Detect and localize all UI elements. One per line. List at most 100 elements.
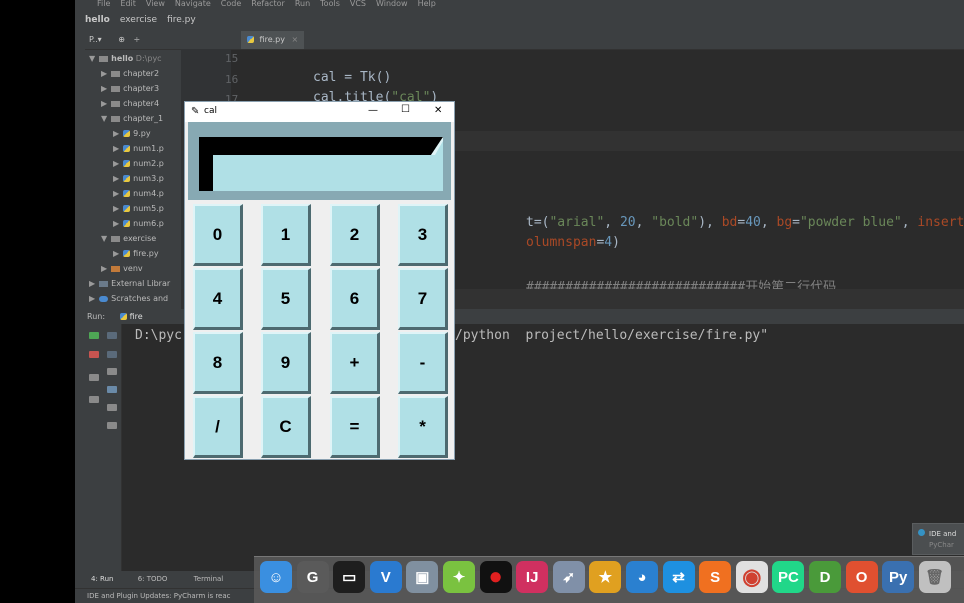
calc-button-4[interactable]: 4 (193, 268, 243, 330)
tree-item[interactable]: ▶ venv (101, 264, 143, 274)
chrome-icon[interactable]: ◉ (735, 561, 768, 593)
sublime-icon[interactable]: S (699, 561, 732, 593)
calc-button-multiply[interactable]: * (398, 396, 448, 458)
breadcrumb-hello[interactable]: hello (85, 15, 110, 25)
project-dropdown[interactable]: P..▾ (89, 35, 102, 44)
calc-button-divide[interactable]: / (193, 396, 243, 458)
maximize-button[interactable]: ☐ (401, 104, 410, 115)
v-icon[interactable]: V (369, 561, 402, 593)
code-line-22[interactable]: t=("arial", 20, "bold"), bd=40, bg="powd… (526, 215, 964, 230)
expanded-arrow-icon[interactable]: ▼ (89, 54, 95, 63)
rerun-icon[interactable] (89, 332, 99, 339)
collapsed-arrow-icon[interactable]: ▶ (113, 129, 119, 138)
up-icon[interactable] (107, 332, 117, 339)
menu-item-vcs[interactable]: VCS (350, 0, 366, 8)
down-icon[interactable] (107, 351, 117, 358)
collapsed-arrow-icon[interactable]: ▶ (101, 99, 107, 108)
calc-button-7[interactable]: 7 (398, 268, 448, 330)
calc-button-equals[interactable]: = (330, 396, 380, 458)
pin-icon[interactable] (89, 396, 99, 403)
bottom-tab-run[interactable]: 4: Run (91, 575, 113, 583)
calc-button-2[interactable]: 2 (330, 204, 380, 266)
tree-item[interactable]: ▶ num2.p (113, 159, 164, 169)
stop-icon[interactable] (89, 351, 99, 358)
run-tab-fire[interactable]: fire (119, 312, 143, 321)
menu-item-run[interactable]: Run (295, 0, 310, 8)
code-line-23[interactable]: olumnspan=4) (526, 235, 620, 250)
menu-item-view[interactable]: View (146, 0, 165, 8)
calc-button-6[interactable]: 6 (330, 268, 380, 330)
menu-item-window[interactable]: Window (376, 0, 408, 8)
g-icon[interactable]: G (296, 561, 329, 593)
trash-icon[interactable] (107, 422, 117, 429)
locate-icon[interactable]: ⊕ (118, 35, 125, 44)
tree-item[interactable]: ▶ External Librar (89, 279, 170, 289)
tab-fire-py[interactable]: fire.py × (241, 31, 305, 49)
collapsed-arrow-icon[interactable]: ▶ (113, 174, 119, 183)
display-entry[interactable] (199, 137, 443, 191)
wechat-icon[interactable]: ✦ (443, 561, 475, 593)
tree-item[interactable]: ▶ num5.p (113, 204, 164, 214)
collapsed-arrow-icon[interactable]: ▶ (113, 219, 119, 228)
minimize-button[interactable]: — (368, 105, 378, 116)
trash-icon[interactable]: 🗑 (918, 561, 951, 593)
tree-item[interactable]: ▶ chapter4 (101, 99, 159, 109)
collapsed-arrow-icon[interactable]: ▶ (101, 84, 107, 93)
calculator-title-bar[interactable]: ✎ cal — ☐ ✕ (185, 102, 454, 122)
intellij-icon[interactable]: IJ (516, 561, 549, 593)
collapsed-arrow-icon[interactable]: ▶ (113, 189, 119, 198)
collapsed-arrow-icon[interactable]: ▶ (89, 294, 95, 303)
layout-icon[interactable] (89, 374, 99, 381)
tree-item[interactable]: ▶ Scratches and (89, 294, 168, 304)
menu-item-code[interactable]: Code (221, 0, 241, 8)
collapsed-arrow-icon[interactable]: ▶ (89, 279, 95, 288)
tree-item[interactable]: ▼ chapter_1 (101, 114, 163, 124)
code-line-16[interactable]: cal = Tk() (313, 70, 391, 85)
menu-item-edit[interactable]: Edit (120, 0, 136, 8)
tree-item[interactable]: ▼ hello D:\pyc (89, 54, 162, 64)
breadcrumb-file[interactable]: fire.py (167, 15, 196, 25)
expanded-arrow-icon[interactable]: ▼ (101, 234, 107, 243)
bottom-tab-terminal[interactable]: Terminal (194, 575, 224, 583)
scroll-end-icon[interactable] (107, 386, 117, 393)
calc-button-clear[interactable]: C (261, 396, 311, 458)
monitor-icon[interactable]: ▣ (406, 561, 439, 593)
calc-button-plus[interactable]: + (330, 332, 380, 394)
tree-item[interactable]: ▶ chapter3 (101, 84, 159, 94)
teamviewer-icon[interactable]: ⇄ (662, 561, 695, 593)
soft-wrap-icon[interactable] (107, 368, 117, 375)
python-icon[interactable]: Py (882, 561, 915, 593)
collapsed-arrow-icon[interactable]: ▶ (113, 159, 119, 168)
tree-item[interactable]: ▶ num3.p (113, 174, 164, 184)
pycharm-icon[interactable]: PC (772, 561, 805, 593)
collapsed-arrow-icon[interactable]: ▶ (113, 204, 119, 213)
collapsed-arrow-icon[interactable]: ▶ (113, 144, 119, 153)
collapsed-arrow-icon[interactable]: ▶ (101, 69, 107, 78)
close-icon[interactable]: × (292, 35, 299, 44)
menu-item-refactor[interactable]: Refactor (251, 0, 285, 8)
collapsed-arrow-icon[interactable]: ▶ (113, 249, 119, 258)
tree-item[interactable]: ▶ num1.p (113, 144, 164, 154)
calc-button-9[interactable]: 9 (261, 332, 311, 394)
star-icon[interactable]: ★ (589, 561, 622, 593)
collapsed-arrow-icon[interactable]: ▶ (101, 264, 107, 273)
qq-icon[interactable]: ◕ (626, 561, 658, 593)
calc-button-3[interactable]: 3 (398, 204, 448, 266)
notification-popup[interactable]: IDE and PyChar (912, 523, 964, 555)
record-icon[interactable]: ● (479, 561, 512, 593)
breadcrumb-exercise[interactable]: exercise (120, 15, 157, 25)
office-icon[interactable]: O (845, 561, 878, 593)
expanded-arrow-icon[interactable]: ▼ (101, 114, 107, 123)
tree-item[interactable]: ▶ 9.py (113, 129, 151, 139)
menu-item-navigate[interactable]: Navigate (175, 0, 211, 8)
bottom-tab-todo[interactable]: 6: TODO (138, 575, 168, 583)
d-icon[interactable]: D (809, 561, 841, 593)
finder-icon[interactable]: ☺ (260, 561, 292, 593)
menu-item-tools[interactable]: Tools (320, 0, 340, 8)
tree-item[interactable]: ▶ num4.p (113, 189, 164, 199)
menu-item-file[interactable]: File (97, 0, 110, 8)
print-icon[interactable] (107, 404, 117, 411)
calc-button-5[interactable]: 5 (261, 268, 311, 330)
status-text[interactable]: IDE and Plugin Updates: PyCharm is reac (87, 592, 231, 600)
collapse-icon[interactable]: ÷ (133, 35, 140, 44)
